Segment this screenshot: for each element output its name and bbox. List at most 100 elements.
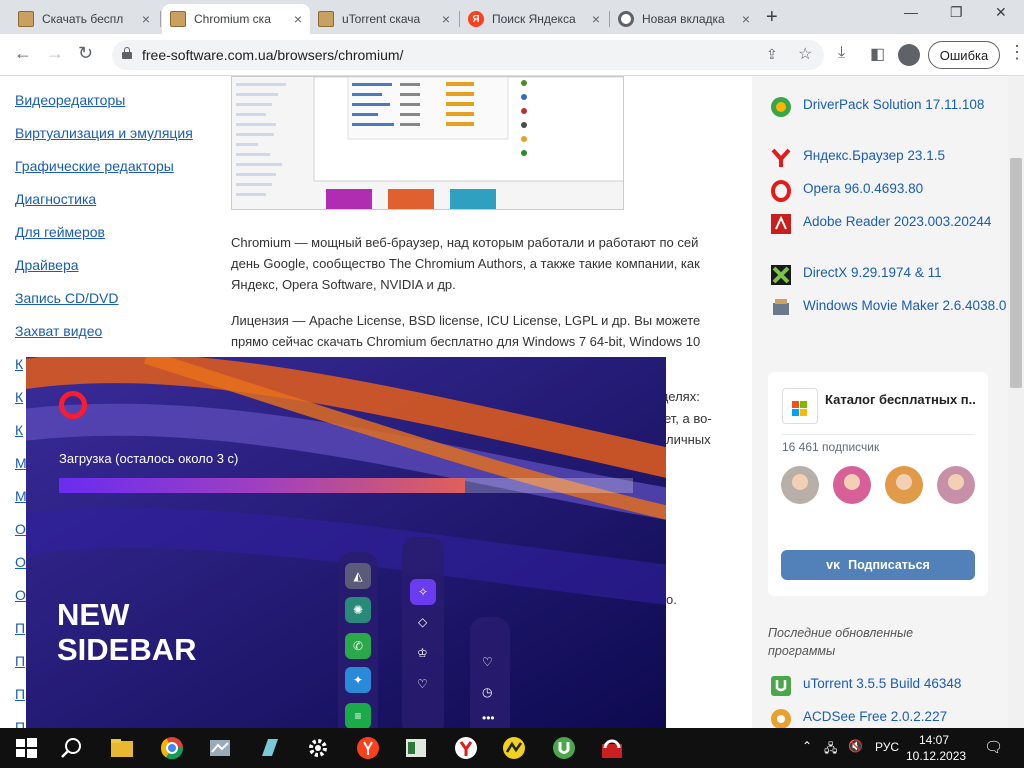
- tab-separator: [160, 11, 161, 27]
- category-link[interactable]: П: [15, 620, 25, 636]
- screenshot-image: [232, 77, 623, 209]
- subscriber-avatar[interactable]: [781, 466, 819, 504]
- opera-installer-window: Загрузка (осталось около 3 с) NEW SIDEBA…: [26, 357, 666, 728]
- close-icon[interactable]: ×: [294, 11, 302, 27]
- category-link[interactable]: О: [15, 587, 26, 603]
- file-explorer-icon[interactable]: [110, 736, 134, 760]
- close-icon[interactable]: ×: [742, 11, 750, 27]
- page-scrollbar[interactable]: [1008, 76, 1024, 728]
- close-window-button[interactable]: ✕: [995, 4, 1007, 21]
- bookmark-star-icon[interactable]: ☆: [798, 44, 812, 64]
- category-link[interactable]: К: [15, 356, 23, 372]
- software-link[interactable]: DriverPack Solution 17.11.108: [803, 96, 984, 114]
- category-link[interactable]: О: [15, 554, 26, 570]
- software-link[interactable]: Windows Movie Maker 2.6.4038.0: [803, 297, 1006, 315]
- notifications-icon[interactable]: 🗨: [984, 738, 1003, 756]
- category-link[interactable]: Диагностика: [15, 191, 96, 207]
- tab-title: Chromium ска: [194, 12, 271, 26]
- download-icon[interactable]: ⤓: [838, 44, 845, 62]
- app-icon[interactable]: [208, 736, 232, 760]
- minimize-button[interactable]: —: [904, 4, 918, 20]
- promo-sidebar-panel: ♡ ◷ •••: [470, 617, 510, 728]
- back-icon[interactable]: ←: [14, 43, 32, 64]
- app-icon[interactable]: [404, 736, 428, 760]
- software-link[interactable]: ACDSee Free 2.0.2.227: [803, 708, 947, 726]
- yandex-browser-icon[interactable]: [454, 736, 478, 760]
- category-link[interactable]: Драйвера: [15, 257, 79, 273]
- software-link[interactable]: uTorrent 3.5.5 Build 46348: [803, 675, 961, 693]
- app-icon[interactable]: [600, 736, 624, 760]
- site-favicon-icon: [18, 11, 34, 27]
- tray-chevron-icon[interactable]: ⌃: [802, 739, 812, 753]
- tab[interactable]: Новая вкладка ×: [610, 4, 758, 34]
- search-icon[interactable]: [60, 736, 84, 760]
- error-button[interactable]: Ошибка: [928, 41, 1000, 69]
- new-tab-button[interactable]: +: [766, 6, 778, 29]
- category-link[interactable]: Запись CD/DVD: [15, 290, 119, 306]
- subscriber-avatar[interactable]: [833, 466, 871, 504]
- category-link[interactable]: П: [15, 719, 25, 728]
- side-panel-icon[interactable]: ◧: [870, 44, 885, 64]
- software-link[interactable]: Яндекс.Браузер 23.1.5: [803, 147, 945, 165]
- tab-title: Скачать беспл: [42, 12, 124, 26]
- subscribe-button[interactable]: ᴠᴋ Подписаться: [781, 550, 975, 580]
- close-icon[interactable]: ×: [592, 11, 600, 27]
- share-icon[interactable]: ⇪: [766, 46, 778, 63]
- profile-avatar-icon[interactable]: [898, 44, 920, 66]
- category-link[interactable]: Графические редакторы: [15, 158, 174, 174]
- site-favicon-icon: [318, 11, 334, 27]
- utorrent-icon[interactable]: [552, 736, 576, 760]
- category-link[interactable]: Видеоредакторы: [15, 92, 125, 108]
- reload-icon[interactable]: ↻: [78, 43, 93, 64]
- article-text-fragment: о.: [666, 592, 677, 607]
- category-link[interactable]: М: [15, 455, 27, 471]
- category-link[interactable]: П: [15, 686, 25, 702]
- clock[interactable]: 14:07 10.12.2023: [906, 732, 966, 764]
- volume-muted-icon[interactable]: 🔇: [848, 739, 863, 753]
- network-icon[interactable]: 🖧: [824, 739, 837, 760]
- tab[interactable]: Я Поиск Яндекса ×: [460, 4, 608, 34]
- category-link[interactable]: Виртуализация и эмуляция: [15, 125, 193, 141]
- subscriber-avatar[interactable]: [937, 466, 975, 504]
- chrome-icon[interactable]: [160, 736, 184, 760]
- forward-icon[interactable]: →: [46, 43, 64, 64]
- divider: [782, 434, 974, 435]
- community-avatar[interactable]: [782, 388, 818, 424]
- vk-widget: Каталог бесплатных п... 16 461 подписчик…: [768, 372, 988, 596]
- windows-start-icon[interactable]: [14, 736, 38, 760]
- category-link[interactable]: Для геймеров: [15, 224, 105, 240]
- download-progress-fill: [59, 478, 465, 493]
- tab[interactable]: Скачать беспл ×: [10, 4, 158, 34]
- download-status: Загрузка (осталось около 3 с): [59, 451, 239, 466]
- menu-icon[interactable]: ⋮: [1008, 42, 1024, 63]
- program-screenshot[interactable]: [231, 76, 624, 210]
- url-text: free-software.com.ua/browsers/chromium/: [142, 47, 404, 63]
- language-indicator[interactable]: РУС: [875, 740, 899, 754]
- category-link[interactable]: О: [15, 521, 26, 537]
- category-link[interactable]: П: [15, 653, 25, 669]
- twitter-icon: ✦: [345, 667, 371, 693]
- community-title[interactable]: Каталог бесплатных п...: [825, 392, 975, 407]
- software-link[interactable]: Opera 96.0.4693.80: [803, 180, 923, 198]
- app-icon[interactable]: [502, 736, 526, 760]
- app-icon[interactable]: [258, 736, 282, 760]
- lock-icon[interactable]: [122, 47, 132, 59]
- tab-active[interactable]: Chromium ска ×: [162, 4, 310, 34]
- gear-icon[interactable]: [306, 736, 330, 760]
- promo-sidebar-panel: ◭ ✺ ✆ ✦ ≡: [338, 552, 378, 728]
- address-bar[interactable]: free-software.com.ua/browsers/chromium/ …: [112, 40, 824, 70]
- category-link[interactable]: Захват видео: [15, 323, 102, 339]
- tab[interactable]: uTorrent скача ×: [310, 4, 458, 34]
- yandex-icon[interactable]: [356, 736, 380, 760]
- close-icon[interactable]: ×: [142, 11, 150, 27]
- category-link[interactable]: К: [15, 389, 23, 405]
- scrollbar-thumb[interactable]: [1010, 158, 1022, 388]
- category-link[interactable]: М: [15, 488, 27, 504]
- close-icon[interactable]: ×: [442, 11, 450, 27]
- time: 14:07: [918, 733, 950, 747]
- software-link[interactable]: DirectX 9.29.1974 & 11: [803, 264, 942, 282]
- software-link[interactable]: Adobe Reader 2023.003.20244: [803, 213, 991, 231]
- restore-button[interactable]: ❐: [950, 4, 963, 21]
- category-link[interactable]: К: [15, 422, 23, 438]
- subscriber-avatar[interactable]: [885, 466, 923, 504]
